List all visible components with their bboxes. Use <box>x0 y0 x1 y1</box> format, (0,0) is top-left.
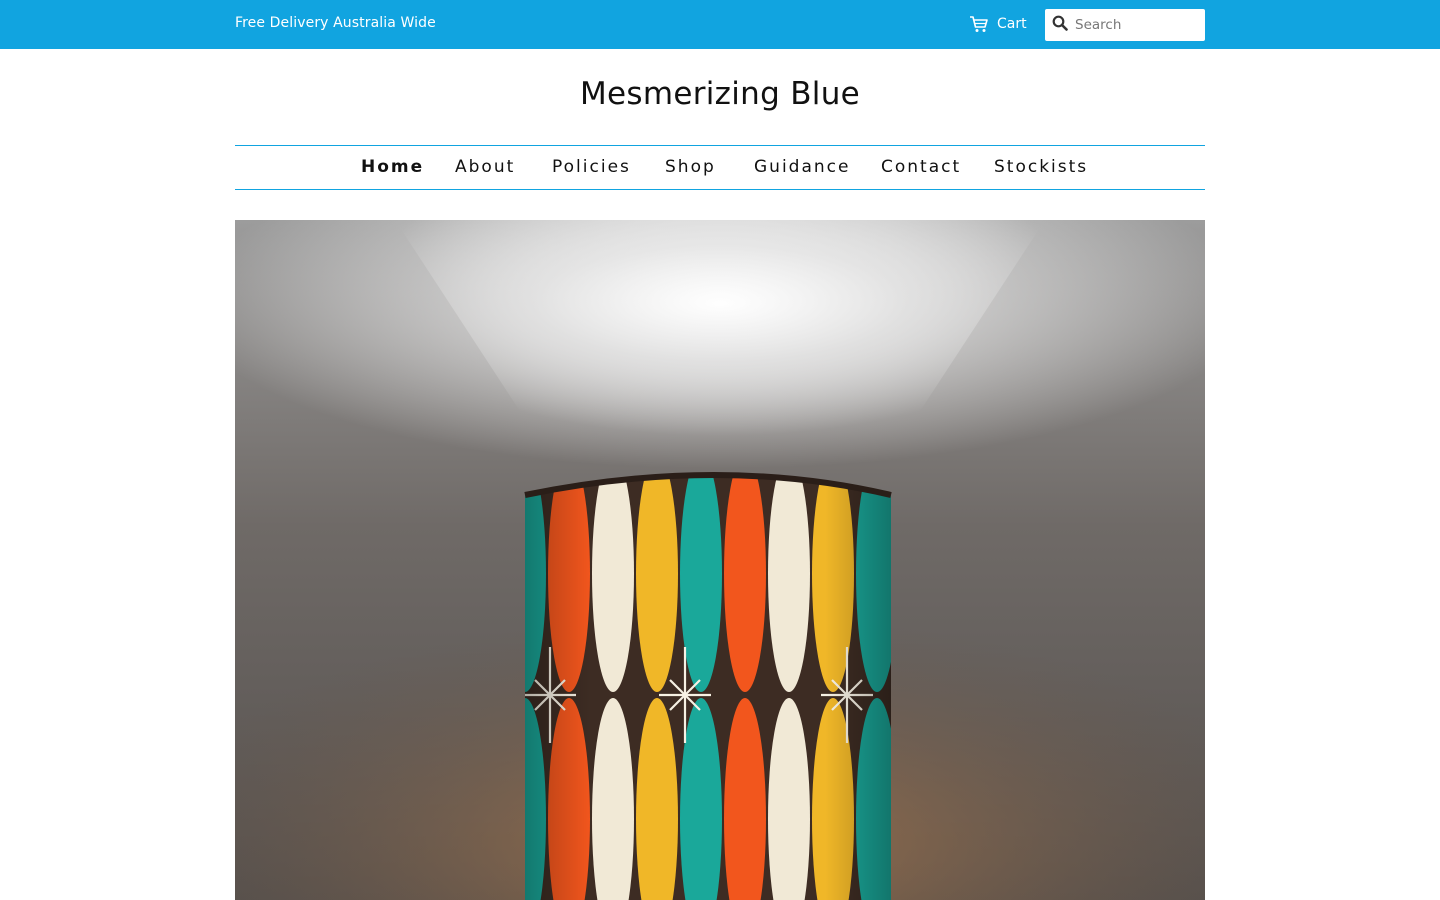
nav-item-contact[interactable]: Contact <box>881 157 961 177</box>
search-form <box>1045 9 1205 41</box>
search-input[interactable] <box>1075 10 1201 40</box>
announcement-text: Free Delivery Australia Wide <box>235 15 436 31</box>
main-nav: Home About Policies Shop Guidance Contac… <box>235 145 1205 190</box>
search-button[interactable] <box>1045 9 1075 41</box>
lampshade-photo <box>235 220 1205 900</box>
announcement-bar: Free Delivery Australia Wide Cart <box>0 0 1440 49</box>
hero-image <box>235 220 1205 900</box>
nav-item-home[interactable]: Home <box>361 157 424 177</box>
site-title[interactable]: Mesmerizing Blue <box>0 76 1440 112</box>
nav-item-policies[interactable]: Policies <box>552 157 631 177</box>
nav-item-about[interactable]: About <box>455 157 515 177</box>
nav-item-stockists[interactable]: Stockists <box>994 157 1088 177</box>
nav-item-guidance[interactable]: Guidance <box>754 157 850 177</box>
nav-item-shop[interactable]: Shop <box>665 157 716 177</box>
cart-label: Cart <box>997 16 1027 32</box>
cart-icon <box>969 15 989 33</box>
cart-link[interactable]: Cart <box>969 13 1027 35</box>
search-icon <box>1052 15 1068 35</box>
